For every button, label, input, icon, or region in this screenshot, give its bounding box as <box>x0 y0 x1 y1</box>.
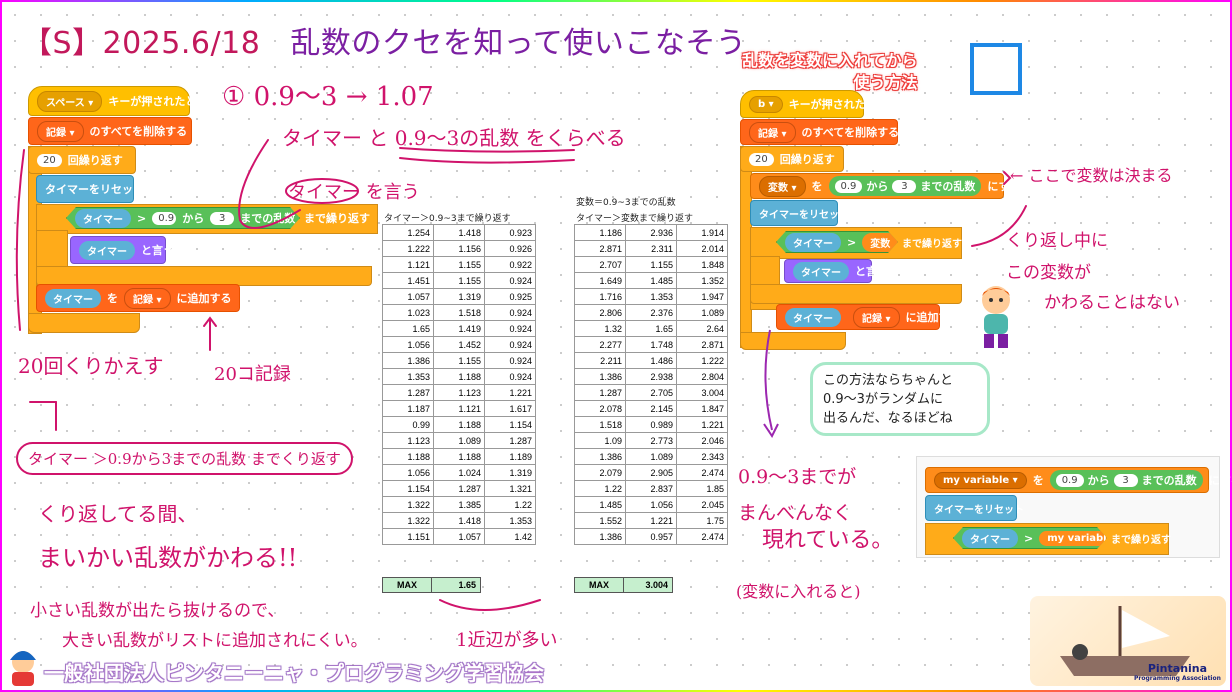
logo-subtitle: Programming Association <box>1134 675 1221 682</box>
bubble-line1: この方法ならちゃんと <box>823 373 954 388</box>
arrow-stroke <box>971 205 1027 247</box>
annotation-strokes <box>15 139 1027 611</box>
logo-name: Pintanina <box>1147 662 1208 675</box>
underline-stroke <box>399 147 575 153</box>
purple-arrow <box>764 329 773 431</box>
bracket-stroke <box>15 149 25 331</box>
brace-stroke <box>439 599 541 611</box>
brand-logo: Pintanina Programming Association <box>1134 662 1221 682</box>
speech-bubble: この方法ならちゃんと 0.9～3がランダムに 出るんだ、なるほどね <box>810 362 990 436</box>
circle-stroke <box>285 178 359 204</box>
child-character-icon <box>972 282 1020 356</box>
mascot-icon <box>6 648 40 686</box>
arrow-stroke <box>1003 171 1012 185</box>
bubble-line2: 0.9～3がランダムに <box>823 392 943 407</box>
footer-organization: 一般社団法人ピンタニーニャ・プログラミング学習協会 <box>44 661 544 685</box>
underline-stroke <box>399 157 575 164</box>
bubble-line3: 出るんだ、なるほどね <box>823 411 953 426</box>
